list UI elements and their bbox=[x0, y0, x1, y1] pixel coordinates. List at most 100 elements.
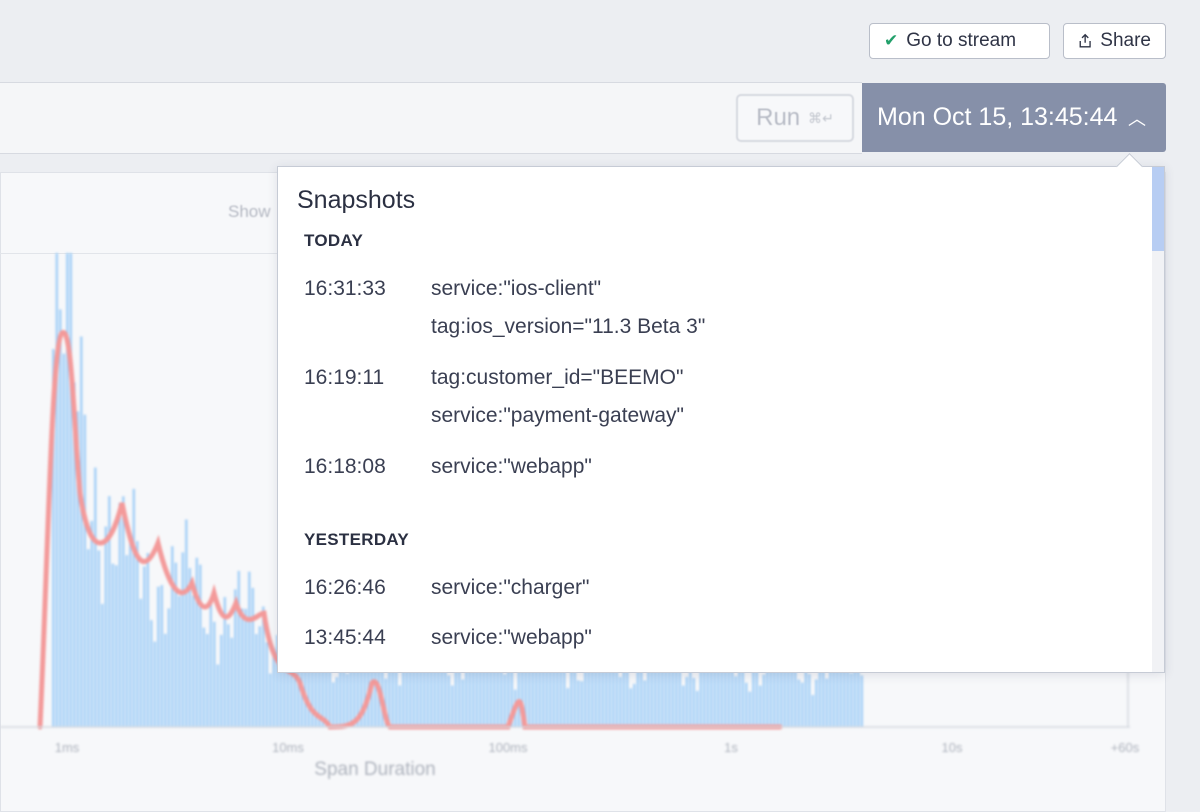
histogram-bar bbox=[734, 676, 738, 727]
histogram-bar bbox=[808, 674, 811, 727]
histogram-bar bbox=[755, 665, 759, 727]
histogram-bar bbox=[710, 666, 713, 727]
histogram-bar bbox=[787, 666, 790, 727]
snapshot-query: tag:ios_version="11.3 Beta 3" bbox=[431, 315, 706, 338]
histogram-bar bbox=[503, 674, 507, 727]
histogram-bar bbox=[692, 678, 696, 727]
histogram-bar bbox=[801, 682, 804, 727]
histogram-bar bbox=[101, 603, 104, 727]
histogram-bar bbox=[251, 587, 255, 727]
histogram-bar bbox=[185, 519, 188, 727]
histogram-bar bbox=[83, 414, 87, 727]
group-label-today: TODAY bbox=[304, 231, 364, 250]
popover-scroll-thumb[interactable] bbox=[1152, 167, 1164, 251]
histogram-bar bbox=[591, 664, 594, 727]
histogram-bar bbox=[244, 608, 248, 727]
histogram-bar bbox=[132, 488, 136, 727]
histogram-bar bbox=[699, 665, 703, 727]
histogram-bar bbox=[129, 532, 132, 727]
histogram-bar bbox=[640, 664, 643, 727]
show-label: Show bbox=[228, 202, 271, 221]
histogram-bar bbox=[437, 667, 440, 727]
histogram-bar bbox=[87, 549, 90, 727]
histogram-bar bbox=[213, 621, 216, 727]
histogram-bar bbox=[395, 670, 398, 727]
histogram-bar bbox=[580, 681, 584, 727]
histogram-bar bbox=[202, 627, 206, 727]
snapshot-query: service:"webapp" bbox=[431, 455, 592, 478]
histogram-bar bbox=[59, 309, 62, 727]
histogram-bar bbox=[125, 555, 129, 727]
snapshot-query: service:"charger" bbox=[431, 576, 590, 599]
histogram-bar bbox=[97, 550, 101, 727]
histogram-bar bbox=[759, 685, 762, 727]
histogram-bar bbox=[853, 668, 857, 727]
histogram-bar bbox=[104, 526, 108, 727]
histogram-bar bbox=[332, 682, 335, 727]
histogram-bar bbox=[465, 666, 468, 727]
snapshot-query: service:"ios-client" bbox=[431, 277, 602, 300]
histogram-bar bbox=[178, 595, 181, 727]
histogram-bar bbox=[157, 586, 160, 727]
histogram-bar bbox=[633, 683, 636, 727]
histogram-bar bbox=[643, 680, 647, 727]
snapshot-time: 16:18:08 bbox=[304, 455, 386, 478]
histogram-bar bbox=[66, 253, 69, 727]
popover-scrollbar[interactable] bbox=[1152, 167, 1164, 672]
histogram-bar bbox=[822, 671, 825, 727]
histogram-bar bbox=[265, 642, 269, 727]
histogram-bar bbox=[570, 668, 573, 727]
histogram-bar bbox=[115, 565, 118, 727]
check-icon: ✔ bbox=[884, 31, 899, 50]
histogram-bar bbox=[619, 676, 622, 727]
histogram-bar bbox=[216, 664, 220, 727]
histogram-bar bbox=[209, 597, 213, 727]
x-tick-label: 1s bbox=[724, 740, 738, 755]
histogram-bar bbox=[279, 667, 283, 727]
histogram-bar bbox=[269, 673, 272, 727]
histogram-bar bbox=[90, 520, 94, 727]
histogram-bar bbox=[451, 685, 454, 727]
histogram-bar bbox=[577, 680, 580, 727]
histogram-bar bbox=[94, 467, 97, 727]
histogram-bar bbox=[500, 671, 503, 727]
histogram-bar bbox=[206, 634, 209, 727]
histogram-bar bbox=[69, 253, 73, 727]
snapshots-popover: Snapshots TODAY 16:31:33 service:"ios-cl… bbox=[277, 166, 1165, 673]
go-to-stream-button[interactable]: ✔ Go to stream bbox=[869, 23, 1050, 59]
histogram-bar bbox=[111, 563, 115, 727]
share-button[interactable]: Share bbox=[1063, 23, 1166, 59]
histogram-bar bbox=[797, 679, 801, 727]
x-axis-label: Span Duration bbox=[314, 759, 435, 780]
histogram-bar bbox=[629, 688, 633, 727]
histogram-bar bbox=[160, 585, 164, 727]
histogram-bar bbox=[143, 566, 146, 727]
histogram-bar bbox=[563, 666, 566, 727]
snapshot-query: service:"webapp" bbox=[431, 626, 592, 649]
chevron-up-icon: ︿ bbox=[1128, 109, 1146, 129]
histogram-bar bbox=[230, 637, 234, 727]
run-button[interactable]: Run ⌘↵ bbox=[736, 94, 854, 142]
query-input[interactable] bbox=[0, 82, 862, 154]
histogram-bar bbox=[745, 682, 748, 727]
histogram-bar bbox=[199, 564, 202, 727]
snapshot-date-label: Mon Oct 15, 13:45:44 bbox=[877, 103, 1118, 131]
histogram-bar bbox=[171, 546, 174, 727]
histogram-bar bbox=[62, 353, 66, 727]
snapshot-date-button[interactable]: Mon Oct 15, 13:45:44 ︿ bbox=[862, 83, 1166, 152]
run-label: Run bbox=[756, 104, 801, 131]
histogram-bar bbox=[696, 690, 699, 727]
snapshot-query: service:"payment-gateway" bbox=[431, 404, 685, 427]
x-tick-label: 1ms bbox=[55, 740, 80, 755]
x-tick-label: 100ms bbox=[488, 740, 528, 755]
histogram-bar bbox=[706, 668, 710, 727]
share-icon bbox=[1079, 33, 1091, 48]
histogram-bar bbox=[139, 598, 143, 727]
histogram-bar bbox=[804, 663, 808, 727]
share-label: Share bbox=[1100, 30, 1151, 51]
histogram-bar bbox=[860, 675, 864, 727]
go-to-stream-label: Go to stream bbox=[906, 30, 1017, 51]
histogram-bar bbox=[283, 669, 286, 727]
x-tick-label: 10s bbox=[942, 740, 963, 755]
histogram-bar bbox=[146, 553, 150, 727]
